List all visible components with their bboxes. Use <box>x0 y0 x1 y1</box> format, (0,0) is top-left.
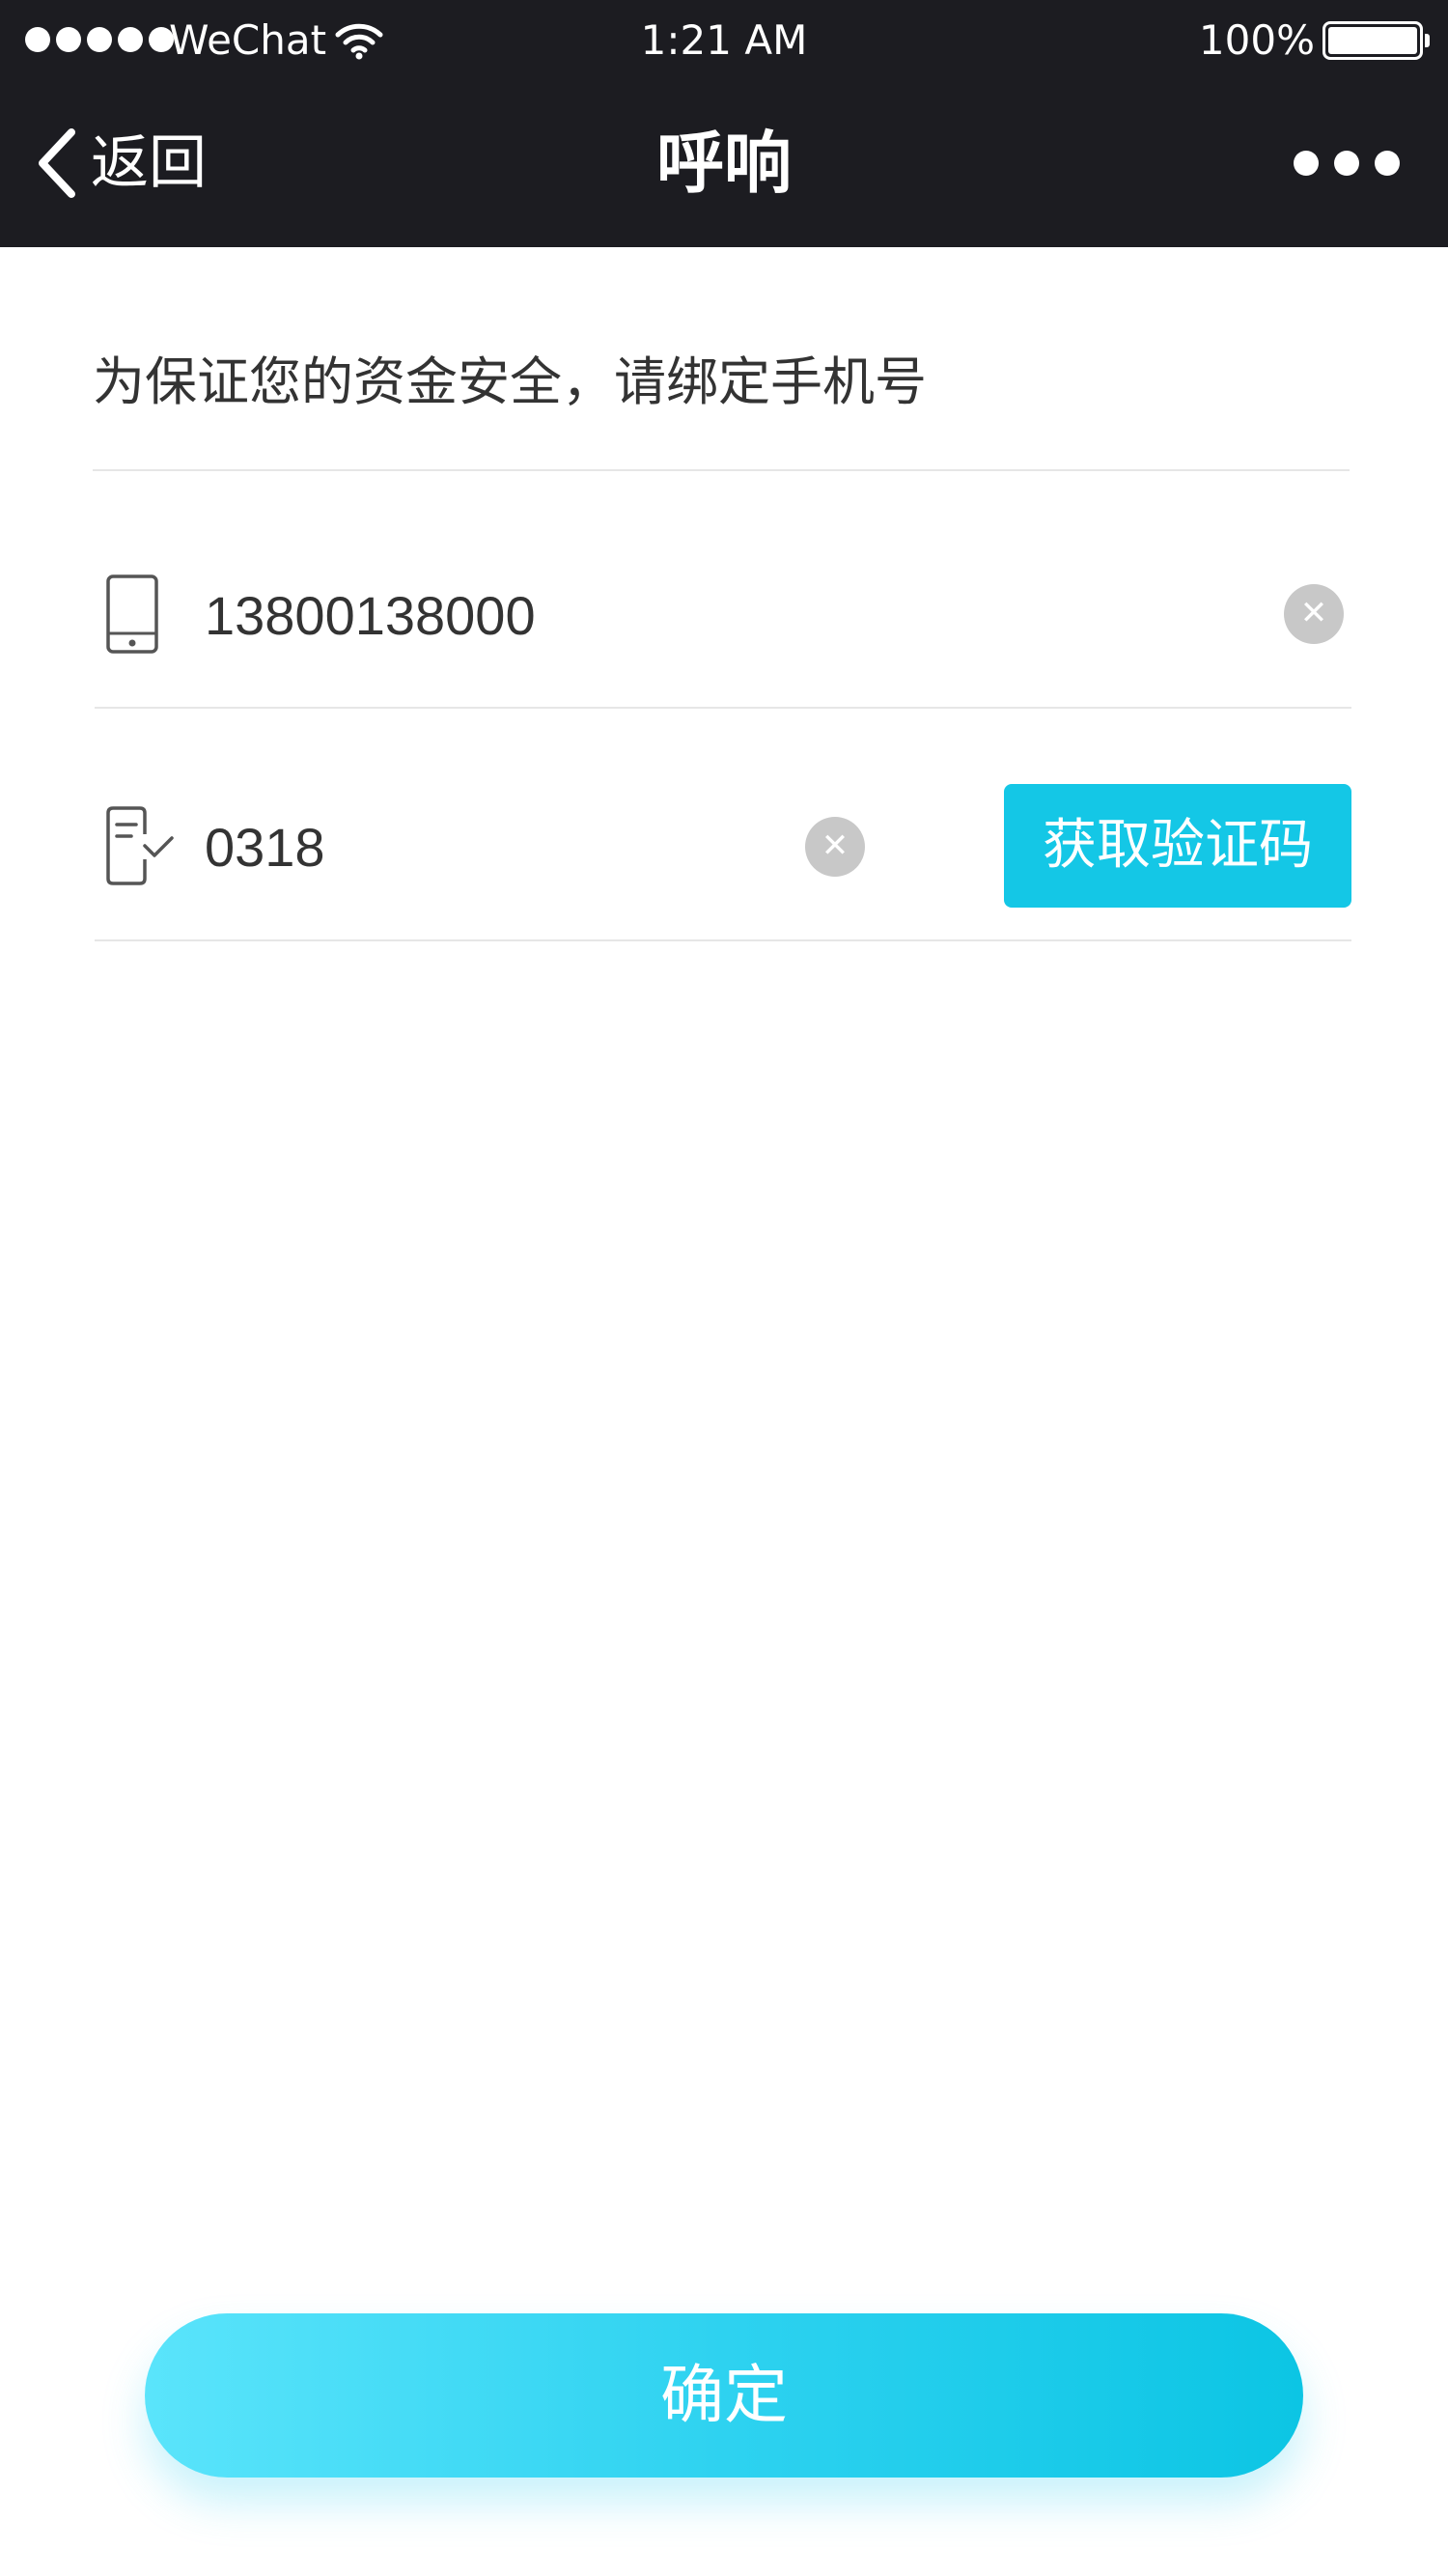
top-bar: WeChat 1:21 AM 100% 返回 呼响 <box>0 0 1448 247</box>
status-bar: WeChat 1:21 AM 100% <box>0 0 1448 81</box>
verify-code-icon <box>106 806 174 885</box>
phone-icon <box>106 574 158 654</box>
divider <box>93 469 1350 471</box>
get-code-button[interactable]: 获取验证码 <box>1004 784 1351 908</box>
page-title: 呼响 <box>656 124 792 203</box>
divider <box>95 707 1351 709</box>
bind-phone-hint: 为保证您的资金安全，请绑定手机号 <box>93 351 927 412</box>
more-dots-icon[interactable] <box>1294 149 1400 178</box>
phone-number-input[interactable] <box>205 577 1247 655</box>
clear-icon: ✕ <box>821 826 849 865</box>
clear-phone-button[interactable]: ✕ <box>1284 584 1344 644</box>
more-dot <box>1294 151 1319 176</box>
battery-percent: 100% <box>1198 16 1315 64</box>
clear-icon: ✕ <box>1299 594 1328 632</box>
bind-phone-screen: WeChat 1:21 AM 100% 返回 呼响 为保证您的资金安全，请绑定手… <box>0 0 1448 2576</box>
battery-fill <box>1328 27 1417 54</box>
nav-bar: 返回 呼响 <box>0 81 1448 247</box>
more-dot <box>1375 151 1400 176</box>
battery-icon <box>1323 21 1430 60</box>
divider <box>95 939 1351 941</box>
clear-code-button[interactable]: ✕ <box>805 817 865 877</box>
more-dot <box>1334 151 1359 176</box>
verification-code-input[interactable] <box>205 809 784 886</box>
confirm-button[interactable]: 确定 <box>145 2313 1303 2478</box>
